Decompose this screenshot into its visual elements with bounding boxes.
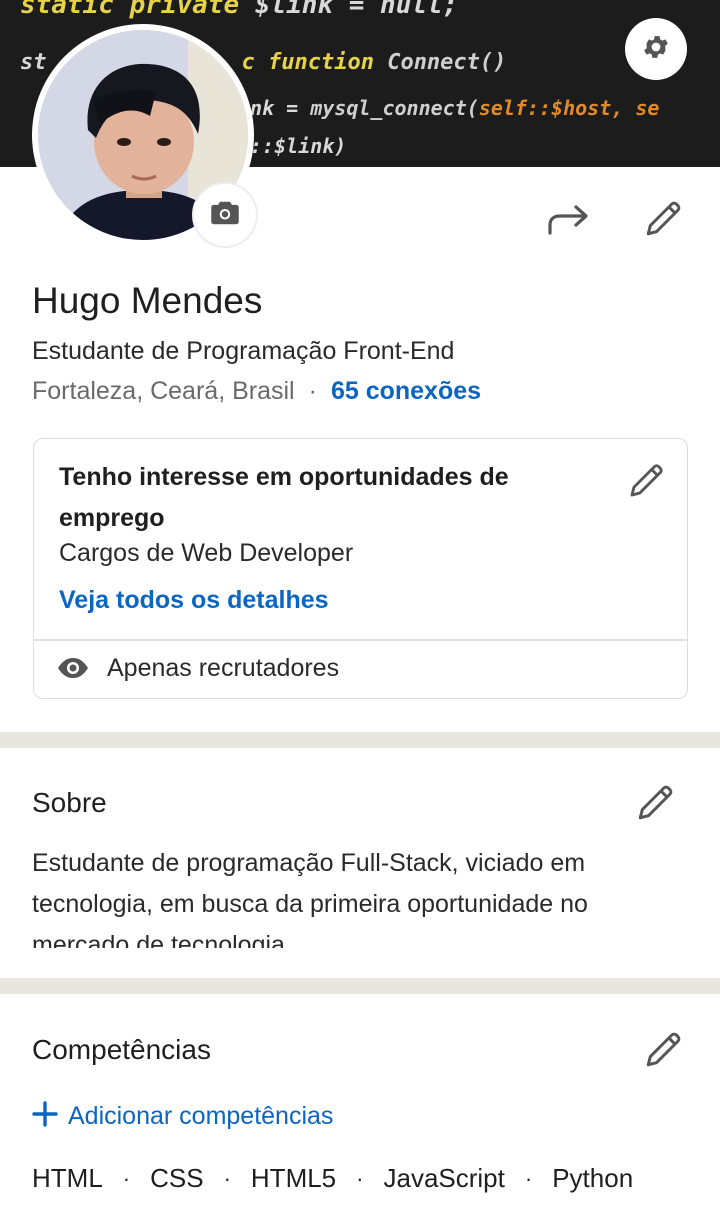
banner-code-keyword: c function xyxy=(241,50,374,75)
banner-code-line: nk = mysql_connect(self::$host, se xyxy=(250,96,659,120)
settings-button[interactable] xyxy=(625,18,687,80)
skill-item[interactable]: HTML xyxy=(32,1163,103,1194)
banner-code-text: nk = xyxy=(250,96,311,120)
eye-icon xyxy=(57,655,91,681)
visibility-label: Apenas recrutadores xyxy=(107,654,340,682)
edit-open-to-work-button[interactable] xyxy=(624,459,670,505)
skills-section-title: Competências xyxy=(32,1034,211,1065)
skills-list: HTML · CSS · HTML5 · JavaScript · Python xyxy=(32,1163,633,1194)
section-separator xyxy=(0,732,720,748)
profile-location-row: Fortaleza, Ceará, Brasil · 65 conexões xyxy=(32,377,481,406)
pencil-icon xyxy=(635,781,677,828)
add-skills-label: Adicionar competências xyxy=(68,1101,334,1130)
edit-skills-button[interactable] xyxy=(640,1027,688,1075)
camera-icon xyxy=(210,200,240,231)
skill-item[interactable]: Python xyxy=(552,1163,633,1194)
open-to-work-card[interactable]: Tenho interesse em oportunidades de empr… xyxy=(33,438,688,699)
plus-icon xyxy=(32,1101,58,1131)
edit-about-button[interactable] xyxy=(632,780,680,828)
banner-code-string: self::$host, se xyxy=(478,96,660,120)
separator-dot: · xyxy=(356,1165,364,1191)
about-text: Estudante de programação Full-Stack, vic… xyxy=(32,849,588,948)
see-all-details-link[interactable]: Veja todos os detalhes xyxy=(59,586,329,615)
pencil-icon xyxy=(643,1028,685,1075)
banner-code-text: st xyxy=(20,50,47,75)
pencil-icon xyxy=(627,460,667,505)
profile-location: Fortaleza, Ceará, Brasil xyxy=(32,377,295,405)
open-to-work-title: Tenho interesse em oportunidades de empr… xyxy=(59,463,509,532)
banner-code-text: $link = null; xyxy=(239,0,459,20)
connections-link[interactable]: 65 conexões xyxy=(331,377,481,405)
banner-code-keyword: static private xyxy=(20,0,240,20)
banner-code-text: mysql_connect( xyxy=(310,96,479,120)
separator-dot: · xyxy=(524,1165,533,1191)
separator-dot: · xyxy=(308,377,317,405)
skill-item[interactable]: HTML5 xyxy=(251,1163,336,1194)
change-photo-button[interactable] xyxy=(192,182,258,248)
share-arrow-icon xyxy=(545,203,591,242)
divider xyxy=(34,639,687,641)
section-separator xyxy=(0,978,720,994)
banner-code-line: ::$link) xyxy=(250,134,346,158)
skill-item[interactable]: CSS xyxy=(150,1163,203,1194)
profile-headline: Estudante de Programação Front-End xyxy=(32,337,455,365)
banner-code-line: static private $link = null; xyxy=(20,0,458,20)
open-to-work-roles: Cargos de Web Developer xyxy=(59,539,354,567)
banner-code-text: ::$link) xyxy=(250,134,347,158)
gear-icon xyxy=(641,32,671,67)
edit-profile-button[interactable] xyxy=(638,196,690,244)
about-section-title: Sobre xyxy=(32,787,107,818)
skill-item[interactable]: JavaScript xyxy=(383,1163,504,1194)
profile-name: Hugo Mendes xyxy=(32,280,263,321)
add-skills-button[interactable]: Adicionar competências xyxy=(32,1101,333,1131)
separator-dot: · xyxy=(223,1165,231,1191)
separator-dot: · xyxy=(122,1165,131,1191)
pencil-icon xyxy=(643,197,685,244)
banner-code-text: Connect() xyxy=(373,50,507,75)
share-profile-button[interactable] xyxy=(542,200,594,244)
